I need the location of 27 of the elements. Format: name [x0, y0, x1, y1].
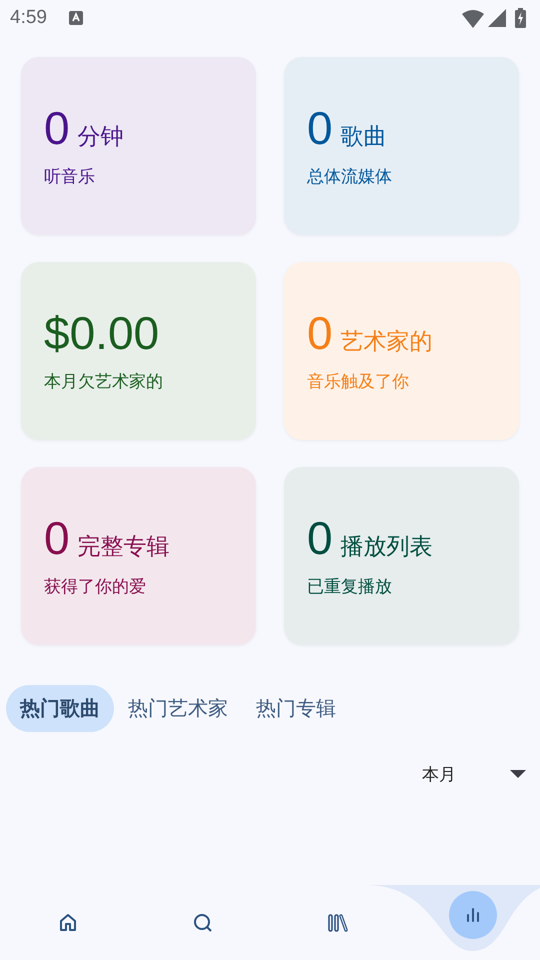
wifi-icon	[462, 8, 484, 28]
caret-icon	[510, 770, 526, 778]
stat-value: $0.00	[44, 306, 160, 360]
stat-unit: 歌曲	[340, 122, 387, 151]
stat-caption: 本月欠艺术家的	[44, 371, 164, 393]
battery-icon	[515, 8, 526, 28]
stat-unit: 分钟	[78, 122, 124, 151]
period-dropdown[interactable]: 本月	[422, 754, 526, 794]
signal-icon	[488, 9, 506, 27]
tab[interactable]: 热门专辑	[242, 685, 350, 732]
tab[interactable]: 热门歌曲	[6, 685, 114, 732]
clock: 4:59	[10, 7, 47, 29]
stat-caption: 已重复播放	[307, 576, 393, 598]
stat-caption: 总体流媒体	[307, 166, 393, 188]
stat-caption: 听音乐	[44, 166, 96, 188]
stat-value: 0	[307, 101, 333, 155]
stat-unit: 完整专辑	[78, 532, 170, 561]
keyboard-icon	[68, 11, 83, 25]
stat-caption: 音乐触及了你	[307, 371, 410, 393]
stat-unit: 艺术家的	[340, 327, 433, 356]
stat-value: 0	[307, 306, 333, 360]
stat-unit: 播放列表	[340, 532, 433, 561]
stat-value: 0	[44, 511, 70, 565]
tab[interactable]: 热门艺术家	[114, 685, 242, 732]
stat-value: 0	[307, 511, 333, 565]
stat-value: 0	[44, 101, 70, 155]
stat-caption: 获得了你的爱	[44, 576, 147, 598]
